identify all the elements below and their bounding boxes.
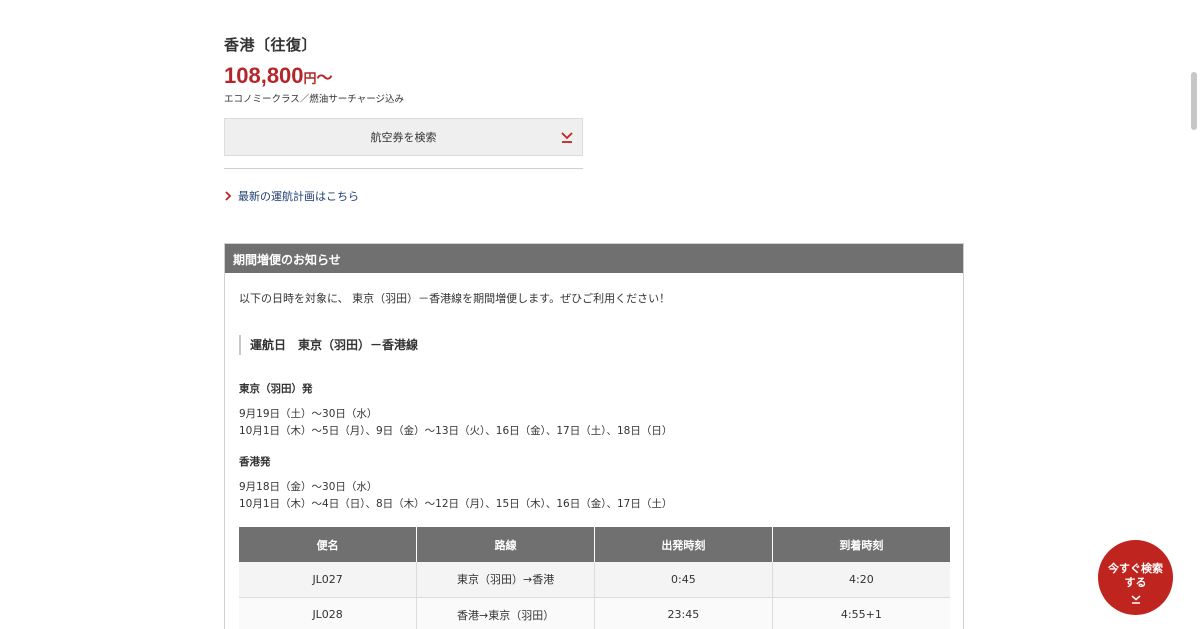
table-row: JL028 香港→東京（羽田） 23:45 4:55+1 (239, 597, 950, 629)
destination-title: 香港〔往復〕 (224, 36, 318, 54)
departure-title-tokyo: 東京（羽田）発 (239, 383, 313, 395)
departure-dates-tokyo: 9月19日（土）～30日（水） 10月1日（木）～5日（月）、9日（金）～13日… (239, 406, 949, 440)
search-flights-label: 航空券を検索 (370, 131, 437, 144)
price-number: 108,800 (224, 63, 304, 88)
departure-title-hongkong: 香港発 (239, 456, 271, 468)
date-line: 10月1日（木）～4日（日）、8日（木）～12日（月）、15日（木）、16日（金… (239, 498, 673, 510)
price-note: エコノミークラス／燃油サーチャージ込み (224, 94, 405, 105)
date-line: 9月18日（金）～30日（水） (239, 481, 378, 493)
section-title: 運航日 東京（羽田）－香港線 (239, 335, 949, 355)
cell-flight: JL028 (239, 597, 418, 629)
price: 108,800円～ (224, 63, 584, 89)
notice-intro: 以下の日時を対象に、 東京（羽田）－香港線を期間増便します。ぜひご利用ください！ (239, 292, 671, 305)
departure-dates-hongkong: 9月18日（金）～30日（水） 10月1日（木）～4日（日）、8日（木）～12日… (239, 479, 949, 513)
cell-arrival: 4:20 (772, 562, 950, 598)
chevron-right-icon (225, 191, 232, 201)
header-departure: 出発時刻 (594, 527, 773, 562)
cell-arrival: 4:55+1 (772, 597, 950, 629)
schedule-link[interactable]: 最新の運航計画はこちら (224, 188, 359, 204)
price-suffix: ～ (316, 70, 333, 87)
price-unit: 円 (303, 71, 317, 86)
notice-panel: 期間増便のお知らせ 以下の日時を対象に、 東京（羽田）－香港線を期間増便します。… (224, 243, 964, 629)
table-row: JL027 東京（羽田）→香港 0:45 4:20 (239, 562, 950, 598)
table-header-row: 便名 路線 出発時刻 到着時刻 (239, 527, 950, 562)
header-route: 路線 (416, 527, 595, 562)
chevron-down-icon (1131, 595, 1140, 604)
notice-title: 期間増便のお知らせ (225, 244, 963, 273)
fab-label-line2: する (1124, 576, 1147, 589)
cell-route: 香港→東京（羽田） (416, 597, 595, 629)
fab-label-line1: 今すぐ検索 (1108, 562, 1163, 575)
schedule-link-label: 最新の運航計画はこちら (238, 190, 359, 203)
cell-departure: 23:45 (594, 597, 773, 629)
scrollbar-thumb[interactable] (1191, 72, 1197, 130)
date-line: 9月19日（土）～30日（水） (239, 408, 378, 420)
cell-route: 東京（羽田）→香港 (416, 562, 595, 598)
scrollbar[interactable] (1188, 0, 1200, 629)
header-arrival: 到着時刻 (772, 527, 950, 562)
flight-schedule-table: 便名 路線 出発時刻 到着時刻 JL027 東京（羽田）→香港 0:45 4:2… (239, 527, 950, 629)
date-line: 10月1日（木）～5日（月）、9日（金）～13日（火）、16日（金）、17日（土… (239, 425, 673, 437)
divider (224, 168, 583, 169)
header-flight: 便名 (239, 527, 418, 562)
chevron-down-icon (561, 132, 573, 143)
search-now-floating-button[interactable]: 今すぐ検索 する (1098, 540, 1173, 615)
notice-body: 以下の日時を対象に、 東京（羽田）－香港線を期間増便します。ぜひご利用ください！… (225, 290, 963, 513)
cell-departure: 0:45 (594, 562, 773, 598)
price-block: 香港〔往復〕 108,800円～ エコノミークラス／燃油サーチャージ込み (224, 34, 584, 105)
search-flights-button[interactable]: 航空券を検索 (224, 118, 583, 156)
cell-flight: JL027 (239, 562, 418, 598)
